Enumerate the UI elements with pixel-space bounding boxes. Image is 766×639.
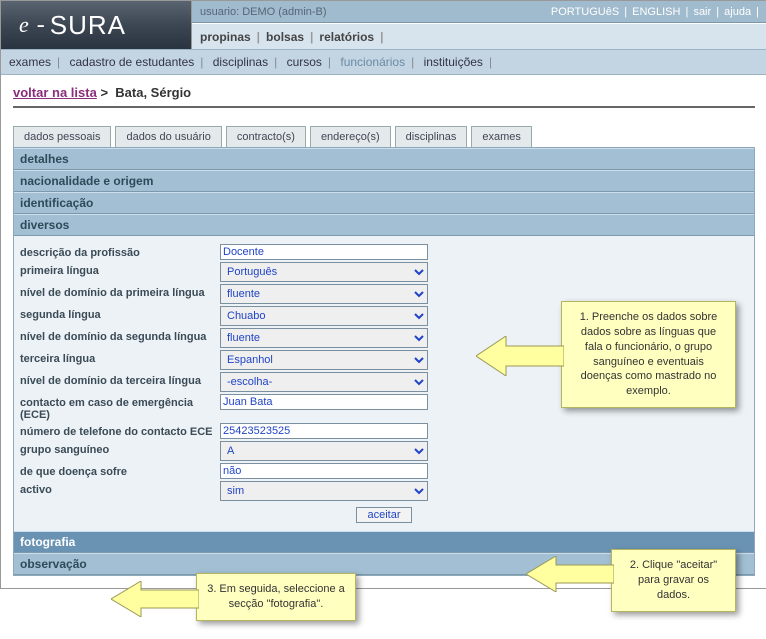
breadcrumb: voltar na lista > Bata, Sérgio [13, 85, 755, 108]
user-value: DEMO (admin-B) [242, 6, 326, 18]
input-tel-ece[interactable] [220, 423, 428, 439]
input-doenca[interactable] [220, 463, 428, 479]
label-nivel-terceira: nível de domínio da terceira língua [20, 372, 220, 387]
top-row: usuario: DEMO (admin-B) PORTUGUêS | ENGL… [192, 1, 766, 23]
nav-disciplinas[interactable]: disciplinas [213, 55, 268, 69]
callout-3-arrow-icon [111, 581, 199, 617]
user-info: usuario: DEMO (admin-B) [200, 6, 327, 18]
menu-secondary: exames| cadastro de estudantes| discipli… [1, 49, 766, 75]
menu-relatorios[interactable]: relatórios [319, 30, 374, 44]
tabs: dados pessoais dados do usuário contract… [13, 126, 755, 147]
nav-instituicoes[interactable]: instituições [424, 55, 483, 69]
label-activo: activo [20, 481, 220, 496]
tab-dados-usuario[interactable]: dados do usuário [115, 126, 221, 147]
label-grupo-sang: grupo sanguíneo [20, 441, 220, 456]
label-contacto-ece: contacto em caso de emergência (ECE) [20, 394, 220, 421]
user-label: usuario: [200, 6, 239, 18]
top-right: usuario: DEMO (admin-B) PORTUGUêS | ENGL… [191, 1, 766, 49]
select-nivel-primeira[interactable]: fluente [220, 284, 428, 304]
select-nivel-terceira[interactable]: -escolha- [220, 372, 428, 392]
label-segunda-lingua: segunda língua [20, 306, 220, 321]
select-nivel-segunda[interactable]: fluente [220, 328, 428, 348]
tab-disciplinas[interactable]: disciplinas [395, 126, 468, 147]
input-descricao-profissao[interactable] [220, 244, 428, 260]
button-row: aceitar [20, 507, 748, 523]
select-terceira-lingua[interactable]: Espanhol [220, 350, 428, 370]
breadcrumb-sep: > [100, 85, 108, 100]
menu-propinas[interactable]: propinas [200, 30, 251, 44]
callout-3: 3. Em seguida, seleccione a secção "foto… [196, 573, 356, 621]
nav-funcionarios[interactable]: funcionários [340, 55, 405, 69]
top-links: PORTUGUêS | ENGLISH | sair | ajuda | [549, 6, 759, 18]
label-primeira-lingua: primeira língua [20, 262, 220, 277]
link-portugues[interactable]: PORTUGUêS [551, 6, 619, 18]
nav-exames[interactable]: exames [9, 55, 51, 69]
label-nivel-segunda: nível de domínio da segunda língua [20, 328, 220, 343]
menu-bolsas[interactable]: bolsas [266, 30, 304, 44]
menu-primary: propinas| bolsas| relatórios| [192, 23, 766, 49]
callout-1-arrow-icon [476, 336, 564, 376]
callout-2: 2. Clique "aceitar" para gravar os dados… [611, 549, 736, 612]
top-header: e - SURA usuario: DEMO (admin-B) PORTUGU… [1, 1, 766, 49]
logo-e: e [19, 12, 29, 38]
tab-endereco[interactable]: endereço(s) [310, 126, 391, 147]
section-diversos[interactable]: diversos [14, 214, 754, 236]
link-english[interactable]: ENGLISH [632, 6, 680, 18]
callout-2-arrow-icon [526, 556, 614, 592]
select-activo[interactable]: sim [220, 481, 428, 501]
label-terceira-lingua: terceira língua [20, 350, 220, 365]
tab-exames[interactable]: exames [471, 126, 532, 147]
label-tel-ece: número de telefone do contacto ECE [20, 423, 220, 438]
input-contacto-ece[interactable] [220, 394, 428, 410]
logo: e - SURA [1, 1, 191, 49]
section-detalhes[interactable]: detalhes [14, 148, 754, 170]
breadcrumb-back[interactable]: voltar na lista [13, 85, 97, 100]
nav-cadastro[interactable]: cadastro de estudantes [70, 55, 195, 69]
aceitar-button[interactable]: aceitar [356, 507, 411, 523]
select-grupo-sang[interactable]: A [220, 441, 428, 461]
tab-dados-pessoais[interactable]: dados pessoais [13, 126, 111, 147]
logo-text: SURA [50, 10, 126, 41]
section-identificacao[interactable]: identificação [14, 192, 754, 214]
tab-contracto[interactable]: contracto(s) [226, 126, 306, 147]
select-segunda-lingua[interactable]: Chuabo [220, 306, 428, 326]
logo-dash: - [37, 12, 45, 39]
nav-cursos[interactable]: cursos [287, 55, 322, 69]
label-nivel-primeira: nível de domínio da primeira língua [20, 284, 220, 299]
label-doenca: de que doença sofre [20, 463, 220, 478]
label-descricao-profissao: descrição da profissão [20, 244, 220, 259]
select-primeira-lingua[interactable]: Português [220, 262, 428, 282]
link-sair[interactable]: sair [693, 6, 711, 18]
breadcrumb-current: Bata, Sérgio [115, 85, 191, 100]
link-ajuda[interactable]: ajuda [724, 6, 751, 18]
section-nacionalidade[interactable]: nacionalidade e origem [14, 170, 754, 192]
callout-1: 1. Preenche os dados sobre dados sobre a… [561, 301, 736, 408]
